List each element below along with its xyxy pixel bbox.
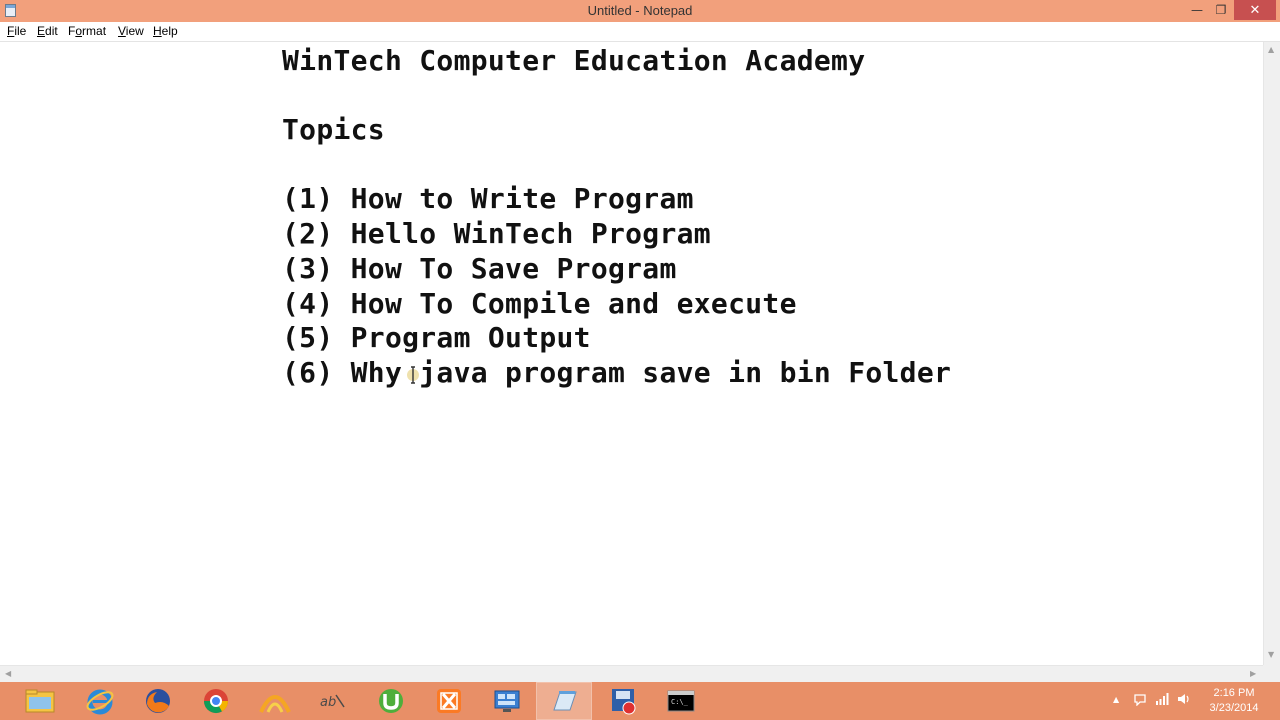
menu-edit-label: dit bbox=[45, 24, 58, 38]
volume-icon[interactable] bbox=[1177, 692, 1191, 706]
menu-edit-mnemonic: E bbox=[37, 24, 46, 38]
menu-view-mnemonic: V bbox=[118, 24, 126, 38]
recorder-icon[interactable] bbox=[596, 683, 650, 719]
mouse-cursor-icon bbox=[407, 366, 419, 384]
horizontal-scrollbar[interactable]: ◀ ▶ bbox=[0, 665, 1263, 682]
clock-time: 2:16 PM bbox=[1213, 687, 1255, 699]
menu-help-mnemonic: H bbox=[153, 24, 162, 38]
menu-format-label: rmat bbox=[82, 24, 107, 38]
firefox-icon[interactable] bbox=[131, 683, 185, 719]
topic-line-2: (2) Hello WinTech Program bbox=[282, 217, 711, 250]
close-button[interactable]: ✕ bbox=[1234, 0, 1276, 20]
utorrent-icon[interactable] bbox=[364, 683, 418, 719]
scroll-right-arrow-icon[interactable]: ▶ bbox=[1250, 669, 1256, 678]
topic-line-3: (3) How To Save Program bbox=[282, 252, 677, 285]
network-icon[interactable] bbox=[1155, 692, 1169, 706]
clock[interactable]: 2:16 PM 3/23/2014 bbox=[1200, 686, 1268, 716]
show-hidden-icons-icon[interactable]: ▲ bbox=[1113, 695, 1119, 704]
menu-file[interactable]: File bbox=[7, 24, 26, 38]
app-arch-icon[interactable] bbox=[248, 683, 302, 719]
vertical-scrollbar[interactable]: ▲ ▼ bbox=[1263, 42, 1280, 665]
topic-line-1: (1) How to Write Program bbox=[282, 182, 694, 215]
clock-date: 3/23/2014 bbox=[1209, 702, 1259, 714]
xampp-icon[interactable] bbox=[422, 683, 476, 719]
internet-explorer-icon[interactable] bbox=[73, 683, 127, 719]
chrome-icon[interactable] bbox=[189, 683, 243, 719]
title-bar[interactable]: Untitled - Notepad — ❐ ✕ bbox=[0, 0, 1280, 22]
menu-edit[interactable]: Edit bbox=[37, 24, 58, 38]
window-title: Untitled - Notepad bbox=[587, 3, 693, 18]
document-heading: WinTech Computer Education Academy bbox=[282, 44, 866, 77]
topic-line-6: (6) Why java program save in bin Folder bbox=[282, 356, 952, 389]
notepad-icon[interactable] bbox=[536, 682, 592, 720]
restore-button[interactable]: ❐ bbox=[1207, 0, 1235, 20]
size-grip[interactable] bbox=[1263, 665, 1280, 682]
text-editor-area[interactable]: WinTech Computer Education Academy Topic… bbox=[0, 42, 1263, 665]
file-explorer-icon[interactable] bbox=[13, 683, 67, 719]
scroll-up-arrow-icon[interactable]: ▲ bbox=[1268, 45, 1274, 54]
topic-line-5: (5) Program Output bbox=[282, 321, 591, 354]
menu-format[interactable]: Format bbox=[68, 24, 106, 38]
menu-help[interactable]: Help bbox=[153, 24, 178, 38]
scroll-down-arrow-icon[interactable]: ▼ bbox=[1268, 650, 1274, 659]
menu-view-label: iew bbox=[125, 24, 144, 38]
menu-help-label: elp bbox=[161, 24, 178, 38]
scroll-left-arrow-icon[interactable]: ◀ bbox=[5, 669, 11, 678]
menu-file-label: ile bbox=[14, 24, 27, 38]
svg-text:ab: ab bbox=[320, 695, 336, 710]
command-prompt-icon[interactable]: C:\_ bbox=[654, 683, 708, 719]
topic-line-4: (4) How To Compile and execute bbox=[282, 287, 797, 320]
app-script-icon[interactable]: ab bbox=[306, 683, 360, 719]
remote-desktop-icon[interactable] bbox=[480, 683, 534, 719]
taskbar: ab C:\_ bbox=[0, 682, 1280, 720]
menu-view[interactable]: View bbox=[118, 24, 144, 38]
document-subheading: Topics bbox=[282, 113, 385, 146]
svg-text:C:\_: C:\_ bbox=[671, 698, 689, 706]
menu-bar: File Edit Format View Help bbox=[0, 22, 1280, 42]
action-center-icon[interactable] bbox=[1133, 692, 1147, 706]
